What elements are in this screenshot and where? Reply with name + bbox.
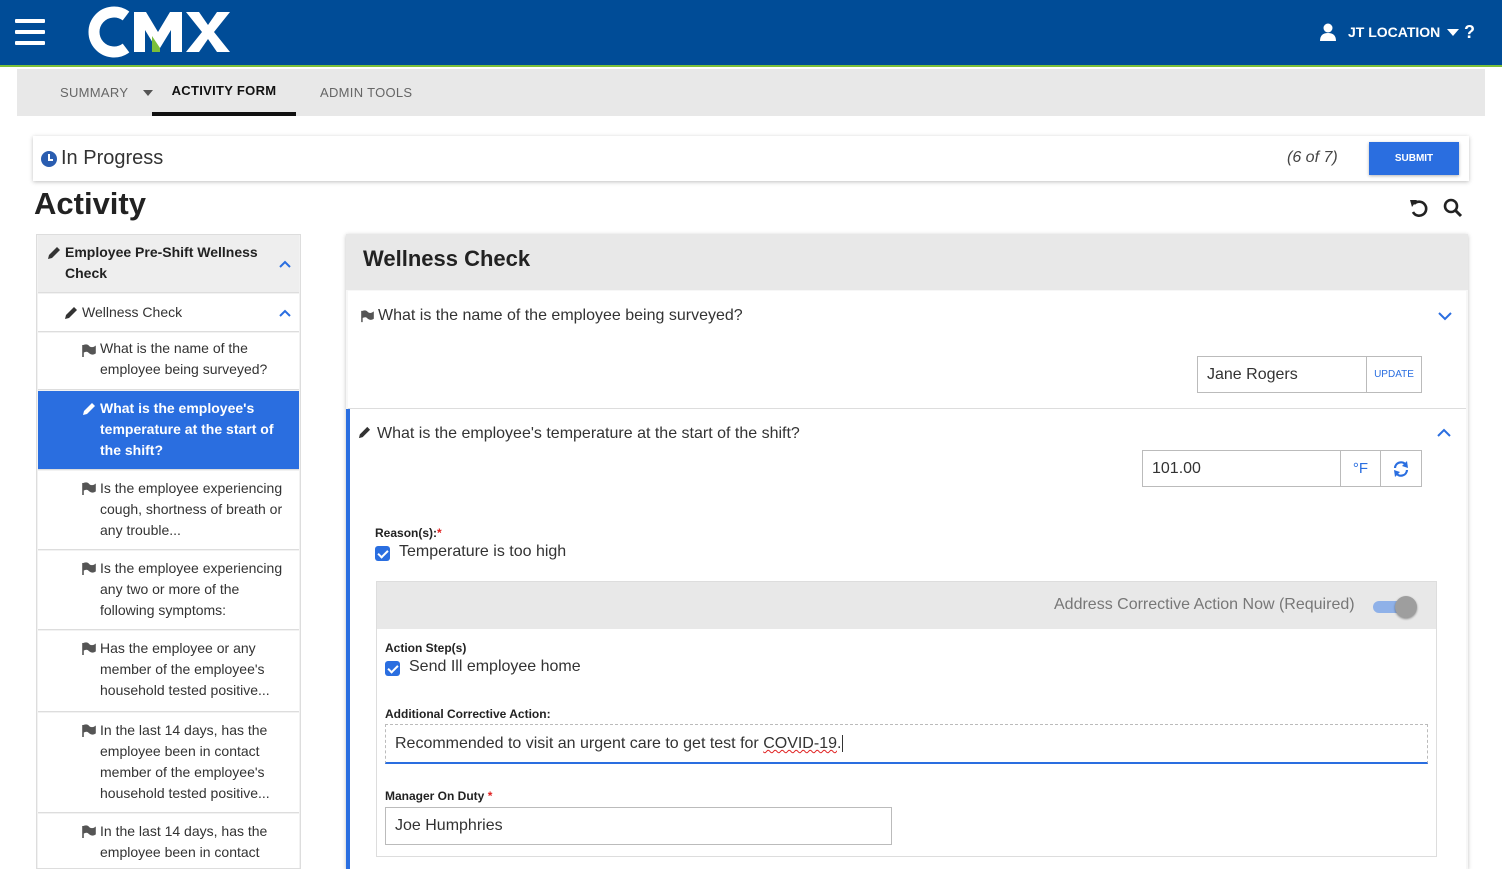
pencil-icon: [83, 403, 95, 415]
question-temperature: What is the employee's temperature at th…: [346, 409, 1466, 869]
tab-summary-label: SUMMARY: [60, 85, 129, 100]
corrective-action-toggle-label: Address Corrective Action Now (Required): [1054, 596, 1355, 613]
pencil-icon: [48, 247, 60, 259]
employee-name-field[interactable]: Jane Rogers: [1197, 356, 1367, 393]
help-icon[interactable]: ?: [1464, 22, 1475, 43]
reasons-label-text: Reason(s):: [375, 526, 438, 540]
required-marker: *: [437, 526, 442, 540]
tab-summary[interactable]: SUMMARY: [60, 69, 154, 116]
required-marker: *: [487, 789, 493, 803]
clock-icon: [41, 151, 57, 167]
sidebar-item-label: In the last 14 days, has the employee be…: [100, 823, 268, 860]
flag-icon: [361, 310, 374, 323]
chevron-up-icon[interactable]: [1437, 426, 1451, 440]
text-cursor: [842, 735, 844, 752]
sidebar-section-wellness-check[interactable]: Employee Pre-Shift Wellness Check: [38, 235, 299, 293]
sidebar-item-label: What is the name of the employee being s…: [100, 340, 268, 377]
manager-on-duty-label: Manager On Duty *: [385, 789, 492, 803]
sidebar-item[interactable]: Is the employee experiencing cough, shor…: [38, 471, 299, 550]
additional-corrective-label: Additional Corrective Action:: [385, 707, 551, 721]
question-employee-name: What is the name of the employee being s…: [348, 291, 1466, 409]
top-app-bar: JT LOCATION ?: [0, 0, 1502, 67]
sidebar-item[interactable]: In the last 14 days, has the employee be…: [38, 713, 299, 813]
status-bar: In Progress (6 of 7) SUBMIT: [33, 136, 1469, 181]
unit-fahrenheit-button[interactable]: °F: [1340, 450, 1381, 487]
chevron-up-icon[interactable]: [279, 258, 291, 270]
sidebar-item-label: Has the employee or any member of the em…: [100, 640, 270, 698]
question-text: What is the employee's temperature at th…: [377, 425, 800, 442]
cmx-logo-graphic: [88, 6, 230, 58]
temperature-field[interactable]: 101.00: [1142, 450, 1341, 487]
sidebar-item-label: What is the employee's temperature at th…: [100, 400, 274, 458]
tab-activity-form-label: ACTIVITY FORM: [171, 83, 277, 98]
progress-count: (6 of 7): [1287, 149, 1338, 166]
flag-icon: [82, 344, 96, 357]
sidebar-item-selected[interactable]: What is the employee's temperature at th…: [38, 391, 299, 470]
tab-admin-tools-label: ADMIN TOOLS: [320, 85, 413, 100]
spellcheck-word: COVID-19: [763, 735, 837, 752]
hamburger-menu-icon[interactable]: [15, 19, 45, 45]
reason-checkbox[interactable]: [375, 546, 390, 561]
corrective-text: Recommended to visit an urgent care to g…: [395, 735, 764, 752]
sidebar-item-label: In the last 14 days, has the employee be…: [100, 722, 270, 801]
tab-activity-form[interactable]: ACTIVITY FORM: [152, 69, 296, 116]
question-navigator: Employee Pre-Shift Wellness Check Wellne…: [36, 234, 301, 869]
tab-admin-tools[interactable]: ADMIN TOOLS: [320, 69, 412, 116]
corrective-action-panel: Address Corrective Action Now (Required)…: [376, 581, 1437, 857]
action-step-label: Send Ill employee home: [409, 658, 581, 675]
refresh-icon: [1393, 460, 1409, 477]
user-icon: [1320, 23, 1336, 41]
sidebar-item[interactable]: What is the name of the employee being s…: [38, 333, 299, 390]
flag-icon: [82, 482, 96, 495]
action-steps-label: Action Step(s): [385, 641, 467, 655]
pencil-icon: [65, 307, 77, 319]
reasons-label: Reason(s):*: [375, 526, 442, 540]
caret-down-icon: [1447, 29, 1460, 36]
additional-corrective-input[interactable]: Recommended to visit an urgent care to g…: [385, 724, 1428, 764]
undo-icon[interactable]: [1408, 197, 1430, 219]
sidebar-item[interactable]: In the last 14 days, has the employee be…: [38, 814, 299, 868]
corrective-action-toggle[interactable]: [1373, 596, 1419, 618]
sidebar-item-label: Is the employee experiencing cough, shor…: [100, 480, 283, 538]
corrective-action-header: Address Corrective Action Now (Required): [377, 582, 1436, 629]
sidebar-section-title: Employee Pre-Shift Wellness Check: [65, 244, 258, 281]
action-step-checkbox[interactable]: [385, 661, 400, 676]
manager-on-duty-field[interactable]: Joe Humphries: [385, 807, 892, 845]
question-text: What is the name of the employee being s…: [378, 307, 743, 324]
reason-label: Temperature is too high: [399, 543, 567, 560]
sidebar-item-label: Is the employee experiencing any two or …: [100, 560, 283, 618]
update-button[interactable]: UPDATE: [1366, 356, 1422, 393]
refresh-button[interactable]: [1380, 450, 1422, 487]
flag-icon: [82, 825, 96, 838]
card-header: Wellness Check: [346, 234, 1468, 290]
sidebar-subsection-wellness-check[interactable]: Wellness Check: [38, 294, 299, 332]
flag-icon: [82, 642, 96, 655]
user-location-label: JT LOCATION: [1348, 24, 1441, 40]
chevron-down-icon[interactable]: [1438, 309, 1452, 323]
wellness-check-card: Wellness Check What is the name of the e…: [346, 234, 1468, 869]
search-icon[interactable]: [1442, 197, 1464, 219]
card-title: Wellness Check: [363, 246, 531, 271]
pencil-icon: [358, 426, 371, 439]
sidebar-subsection-title: Wellness Check: [82, 304, 183, 320]
submit-button[interactable]: SUBMIT: [1369, 142, 1459, 175]
sidebar-item[interactable]: Is the employee experiencing any two or …: [38, 551, 299, 630]
tab-bar: SUMMARY ACTIVITY FORM ADMIN TOOLS: [17, 69, 1485, 116]
flag-icon: [82, 724, 96, 737]
flag-icon: [82, 562, 96, 575]
corrective-text-end: .: [836, 735, 842, 752]
toggle-knob: [1395, 596, 1417, 618]
cmx-logo: [86, 4, 231, 60]
page-title: Activity: [34, 186, 146, 221]
sidebar-item[interactable]: Has the employee or any member of the em…: [38, 631, 299, 712]
manager-label-text: Manager On Duty: [385, 789, 485, 803]
user-location-menu[interactable]: JT LOCATION: [1320, 23, 1460, 41]
chevron-up-icon[interactable]: [279, 307, 291, 319]
status-text: In Progress: [61, 147, 164, 169]
